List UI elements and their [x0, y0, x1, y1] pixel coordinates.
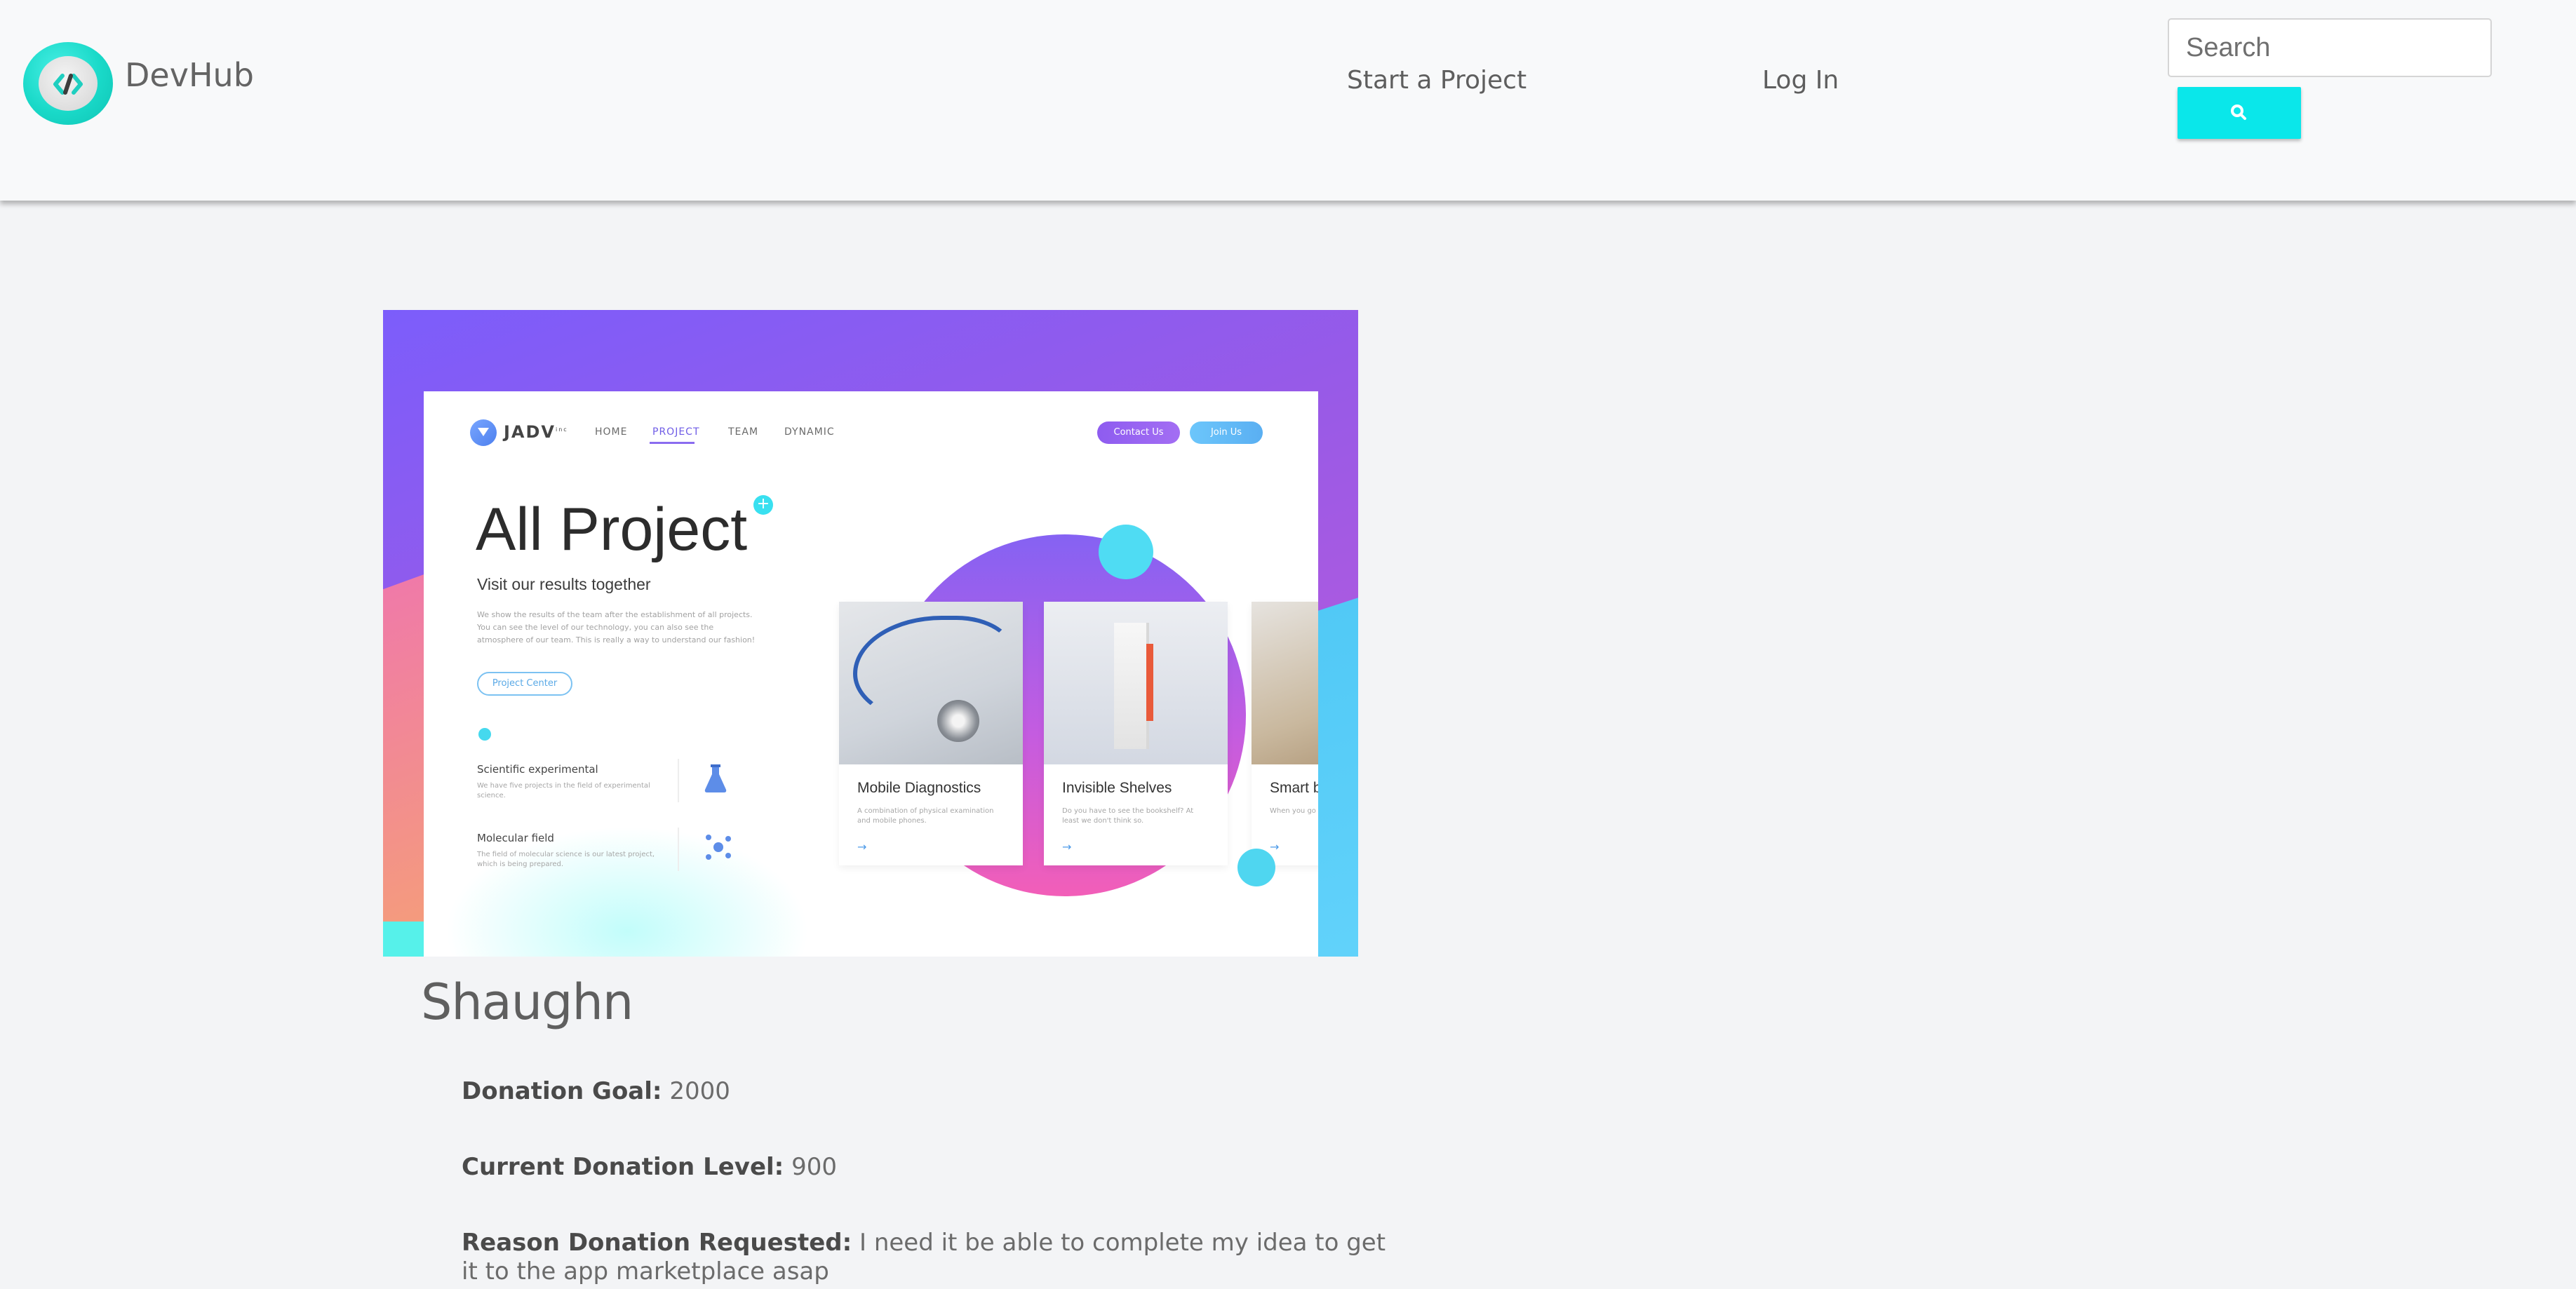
mock-title: All Project	[476, 496, 748, 563]
breakfast-image	[1252, 602, 1318, 764]
brand-name[interactable]: DevHub	[125, 56, 254, 94]
mock-card-desc: A combination of physical examination an…	[857, 807, 994, 825]
project-image: JADVinc HOME PROJECT TEAM DYNAMIC Contac…	[383, 310, 1358, 957]
arrow-right-icon: →	[857, 840, 867, 853]
mock-paragraph: We show the results of the team after th…	[477, 610, 756, 644]
mock-project-center-button: Project Center	[477, 672, 572, 696]
mock-card: Mobile Diagnostics A combination of phys…	[839, 602, 1023, 865]
stethoscope-image	[839, 602, 1023, 764]
mock-subtitle: Visit our results together	[477, 575, 651, 593]
donation-goal-label: Donation Goal:	[462, 1077, 662, 1105]
mock-item-desc: We have five projects in the field of ex…	[477, 782, 650, 799]
decor-shape	[383, 922, 425, 957]
mock-card-title: Invisible Shelves	[1062, 780, 1172, 796]
current-donation-level-label: Current Donation Level:	[462, 1153, 784, 1181]
donation-reason-label: Reason Donation Requested:	[462, 1229, 852, 1257]
mock-item-title: Molecular field	[477, 832, 554, 844]
nav-log-in[interactable]: Log In	[1762, 66, 1839, 95]
current-donation-level: Current Donation Level: 900	[462, 1153, 1402, 1182]
mock-website: JADVinc HOME PROJECT TEAM DYNAMIC Contac…	[424, 391, 1318, 957]
nav-start-a-project[interactable]: Start a Project	[1347, 66, 1527, 95]
donation-goal-value: 2000	[669, 1077, 730, 1105]
mock-brand: JADVinc	[504, 422, 568, 442]
code-brackets-icon	[53, 74, 83, 95]
current-donation-level-value: 900	[791, 1153, 838, 1181]
mock-nav-underline	[650, 442, 695, 444]
search-button[interactable]	[2178, 87, 2301, 139]
plus-icon: +	[753, 495, 773, 515]
mock-join-button: Join Us	[1190, 421, 1263, 444]
mock-card-desc: When you go breakfast bef	[1270, 807, 1318, 815]
divider	[678, 828, 679, 871]
decor-ball	[1099, 525, 1153, 579]
arrow-right-icon: →	[1270, 840, 1280, 853]
search-input[interactable]	[2168, 18, 2492, 77]
molecule-icon	[706, 835, 731, 860]
flask-icon	[704, 764, 727, 792]
mock-card: Invisible Shelves Do you have to see the…	[1044, 602, 1228, 865]
decor-ball	[1237, 849, 1275, 886]
devhub-logo-icon[interactable]	[23, 42, 113, 125]
mock-card-title: Smart b	[1270, 780, 1318, 796]
search-icon	[2231, 104, 2246, 120]
mock-card-title: Mobile Diagnostics	[857, 780, 981, 796]
mock-nav-team: TEAM	[728, 426, 759, 438]
top-navbar: DevHub Start a Project Log In	[0, 0, 2576, 201]
mock-card: Smart b When you go breakfast bef →	[1252, 602, 1318, 865]
mock-nav-home: HOME	[595, 426, 628, 438]
mock-contact-button: Contact Us	[1097, 421, 1180, 444]
donation-reason: Reason Donation Requested: I need it be …	[462, 1229, 1402, 1286]
decor-dot	[478, 728, 491, 741]
arrow-right-icon: →	[1062, 840, 1072, 853]
divider	[678, 759, 679, 802]
mock-nav-dynamic: DYNAMIC	[784, 426, 835, 438]
shelf-image	[1044, 602, 1228, 764]
mock-item-desc: The field of molecular science is our la…	[477, 851, 655, 868]
jadv-logo-icon	[470, 419, 497, 446]
mock-item-title: Scientific experimental	[477, 763, 598, 776]
mock-card-desc: Do you have to see the bookshelf? At lea…	[1062, 807, 1194, 825]
donation-goal: Donation Goal: 2000	[462, 1077, 1402, 1106]
decor-glow	[445, 826, 810, 957]
logo-inner	[39, 56, 98, 111]
mock-nav-project: PROJECT	[652, 426, 700, 438]
project-name: Shaughn	[421, 973, 633, 1031]
